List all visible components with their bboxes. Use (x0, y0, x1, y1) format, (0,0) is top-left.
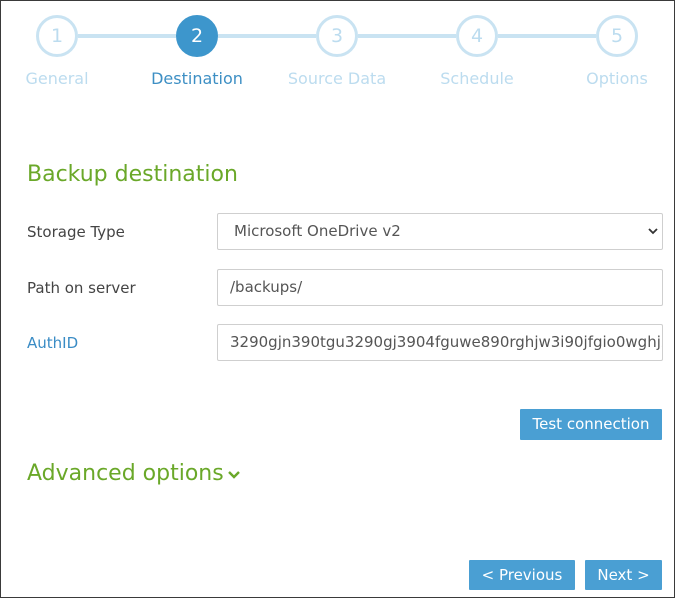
step-connector (358, 34, 456, 38)
previous-button[interactable]: < Previous (469, 560, 575, 590)
step-1-label[interactable]: General (0, 69, 127, 88)
advanced-options-toggle[interactable]: Advanced options (27, 461, 224, 486)
step-4-circle[interactable]: 4 (456, 15, 498, 57)
test-connection-button[interactable]: Test connection (520, 409, 662, 440)
storage-type-select[interactable]: Microsoft OneDrive v2 (217, 213, 663, 250)
storage-type-label: Storage Type (27, 223, 125, 241)
step-4-label[interactable]: Schedule (407, 69, 547, 88)
authid-label-link[interactable]: AuthID (27, 334, 78, 352)
step-1-circle[interactable]: 1 (36, 15, 78, 57)
step-5-circle[interactable]: 5 (596, 15, 638, 57)
storage-type-value: Microsoft OneDrive v2 (234, 222, 401, 240)
next-button[interactable]: Next > (585, 560, 662, 590)
authid-input[interactable]: 3290gjn390tgu3290gj3904fguwe890rghjw3i90… (217, 324, 663, 361)
path-input[interactable]: /backups/ (217, 269, 663, 306)
step-3-label[interactable]: Source Data (267, 69, 407, 88)
chevron-down-icon (648, 228, 658, 235)
step-connector (78, 34, 176, 38)
step-connector (498, 34, 596, 38)
step-connector (218, 34, 316, 38)
step-2-circle[interactable]: 2 (176, 15, 218, 57)
section-title: Backup destination (27, 162, 238, 187)
step-3-circle[interactable]: 3 (316, 15, 358, 57)
step-2-label[interactable]: Destination (127, 69, 267, 88)
step-5-label[interactable]: Options (547, 69, 675, 88)
path-label: Path on server (27, 279, 136, 297)
wizard-window: 1 2 3 4 5 General Destination Source Dat… (0, 0, 675, 598)
chevron-down-icon[interactable] (227, 469, 241, 481)
wizard-stepper: 1 2 3 4 5 General Destination Source Dat… (1, 1, 675, 101)
